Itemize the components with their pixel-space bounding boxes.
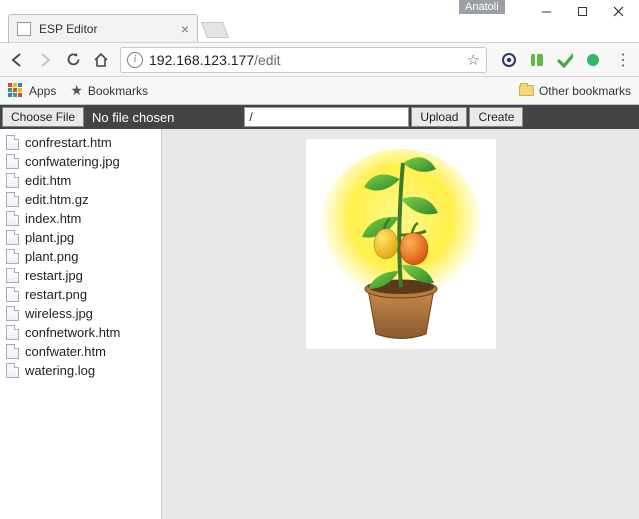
file-icon bbox=[6, 363, 19, 378]
extension-shield-icon[interactable] bbox=[501, 52, 517, 68]
file-icon bbox=[6, 306, 19, 321]
file-item[interactable]: confrestart.htm bbox=[2, 133, 159, 152]
create-button[interactable]: Create bbox=[469, 107, 523, 127]
file-item[interactable]: edit.htm bbox=[2, 171, 159, 190]
user-badge[interactable]: Anatoli bbox=[459, 0, 505, 14]
esp-toolbar: Choose File No file chosen Upload Create bbox=[0, 105, 639, 129]
other-bookmarks-label: Other bookmarks bbox=[539, 84, 631, 98]
browser-toolbar: i 192.168.123.177/edit ☆ ⋮ bbox=[0, 43, 639, 77]
file-item[interactable]: plant.jpg bbox=[2, 228, 159, 247]
file-icon bbox=[6, 249, 19, 264]
file-item[interactable]: index.htm bbox=[2, 209, 159, 228]
url-path: /edit bbox=[254, 52, 280, 68]
file-name: confwatering.jpg bbox=[25, 154, 120, 169]
bookmark-bar: Apps ★ Bookmarks Other bookmarks bbox=[0, 77, 639, 105]
apps-button[interactable]: Apps bbox=[8, 83, 56, 99]
path-input[interactable] bbox=[244, 107, 409, 127]
file-name: restart.jpg bbox=[25, 268, 83, 283]
apps-icon bbox=[8, 83, 24, 99]
window-minimize-button[interactable] bbox=[539, 4, 553, 18]
file-item[interactable]: wireless.jpg bbox=[2, 304, 159, 323]
extension-dot-icon[interactable] bbox=[585, 52, 601, 68]
browser-menu-button[interactable]: ⋮ bbox=[615, 50, 631, 70]
tab-title: ESP Editor bbox=[39, 22, 173, 36]
extension-icons bbox=[497, 52, 605, 68]
file-name: edit.htm bbox=[25, 173, 71, 188]
content-area: confrestart.htm confwatering.jpg edit.htm e… bbox=[0, 129, 639, 519]
tab-favicon bbox=[17, 22, 31, 36]
tab-close-icon[interactable]: × bbox=[181, 21, 189, 37]
bookmarks-label: Bookmarks bbox=[88, 84, 148, 98]
address-bar[interactable]: i 192.168.123.177/edit ☆ bbox=[120, 47, 487, 73]
file-name: restart.png bbox=[25, 287, 87, 302]
back-button[interactable] bbox=[8, 51, 26, 69]
window-maximize-button[interactable] bbox=[575, 4, 589, 18]
browser-tab[interactable]: ESP Editor × bbox=[8, 14, 198, 42]
url-host: 192.168.123.177 bbox=[149, 52, 254, 68]
home-button[interactable] bbox=[92, 51, 110, 69]
file-name: plant.jpg bbox=[25, 230, 74, 245]
star-icon: ★ bbox=[70, 82, 83, 99]
file-item[interactable]: confnetwork.htm bbox=[2, 323, 159, 342]
new-tab-button[interactable] bbox=[201, 22, 229, 38]
file-name: index.htm bbox=[25, 211, 81, 226]
file-icon bbox=[6, 344, 19, 359]
reload-button[interactable] bbox=[64, 51, 82, 69]
file-item[interactable]: restart.jpg bbox=[2, 266, 159, 285]
window-close-button[interactable] bbox=[611, 4, 625, 18]
forward-button bbox=[36, 51, 54, 69]
url-text: 192.168.123.177/edit bbox=[149, 52, 461, 68]
file-icon bbox=[6, 192, 19, 207]
file-list: confrestart.htm confwatering.jpg edit.htm e… bbox=[0, 129, 162, 519]
extension-check-icon[interactable] bbox=[557, 52, 573, 68]
upload-button[interactable]: Upload bbox=[411, 107, 467, 127]
file-item[interactable]: watering.log bbox=[2, 361, 159, 380]
window-titlebar: Anatoli bbox=[0, 0, 639, 10]
file-item[interactable]: plant.png bbox=[2, 247, 159, 266]
preview-image bbox=[306, 139, 496, 349]
file-icon bbox=[6, 325, 19, 340]
file-name: confnetwork.htm bbox=[25, 325, 120, 340]
file-icon bbox=[6, 173, 19, 188]
other-bookmarks-button[interactable]: Other bookmarks bbox=[519, 84, 631, 98]
file-icon bbox=[6, 135, 19, 150]
bookmark-star-icon[interactable]: ☆ bbox=[467, 51, 480, 69]
file-item[interactable]: confwatering.jpg bbox=[2, 152, 159, 171]
file-icon bbox=[6, 287, 19, 302]
file-chosen-label: No file chosen bbox=[86, 107, 180, 127]
file-item[interactable]: edit.htm.gz bbox=[2, 190, 159, 209]
file-name: confrestart.htm bbox=[25, 135, 112, 150]
file-icon bbox=[6, 268, 19, 283]
bookmarks-folder[interactable]: ★ Bookmarks bbox=[70, 82, 148, 99]
file-name: confwater.htm bbox=[25, 344, 106, 359]
extension-green-icon[interactable] bbox=[529, 52, 545, 68]
file-name: watering.log bbox=[25, 363, 95, 378]
file-name: edit.htm.gz bbox=[25, 192, 89, 207]
file-icon bbox=[6, 211, 19, 226]
preview-pane bbox=[162, 129, 639, 519]
file-icon bbox=[6, 154, 19, 169]
file-name: wireless.jpg bbox=[25, 306, 93, 321]
file-item[interactable]: confwater.htm bbox=[2, 342, 159, 361]
site-info-icon[interactable]: i bbox=[127, 52, 143, 68]
choose-file-button[interactable]: Choose File bbox=[2, 107, 84, 127]
file-icon bbox=[6, 230, 19, 245]
file-name: plant.png bbox=[25, 249, 79, 264]
file-item[interactable]: restart.png bbox=[2, 285, 159, 304]
apps-label: Apps bbox=[29, 84, 56, 98]
folder-icon bbox=[519, 85, 534, 96]
